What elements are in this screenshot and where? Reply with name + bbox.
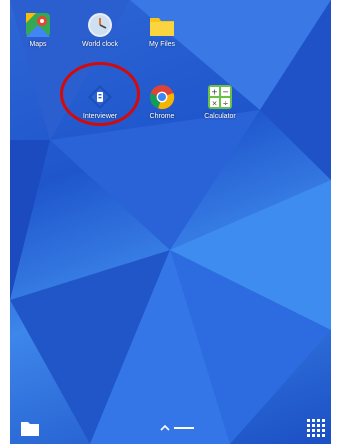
maps-icon — [26, 13, 50, 37]
bottom-dock — [10, 414, 331, 444]
app-label: Calculator — [204, 113, 236, 120]
wallpaper — [10, 0, 331, 444]
svg-text:×: × — [212, 100, 218, 108]
world-clock-icon — [88, 13, 112, 37]
app-label: Maps — [29, 41, 47, 48]
app-calculator[interactable]: + − × ÷ Calculator — [194, 84, 246, 120]
app-my-files[interactable]: My Files — [136, 12, 188, 48]
folder-icon[interactable] — [20, 418, 40, 438]
dash-icon — [174, 427, 194, 429]
app-maps[interactable]: Maps — [12, 12, 64, 48]
app-chrome[interactable]: Chrome — [136, 84, 188, 120]
app-label: Chrome — [149, 113, 175, 120]
app-label: World clock — [81, 41, 119, 48]
highlight-circle — [60, 62, 140, 126]
app-grid-icon[interactable] — [306, 418, 328, 440]
svg-text:−: − — [222, 88, 229, 97]
folder-icon — [150, 18, 174, 36]
home-screen: Maps World clock My Files Interviewer Ch… — [10, 0, 331, 444]
app-label: My Files — [148, 41, 176, 48]
chrome-icon — [149, 85, 175, 110]
calculator-icon: + − × ÷ — [208, 85, 232, 109]
svg-text:+: + — [211, 88, 218, 97]
chevron-up-icon[interactable] — [160, 424, 170, 432]
app-world-clock[interactable]: World clock — [74, 12, 126, 48]
svg-text:÷: ÷ — [223, 100, 229, 108]
